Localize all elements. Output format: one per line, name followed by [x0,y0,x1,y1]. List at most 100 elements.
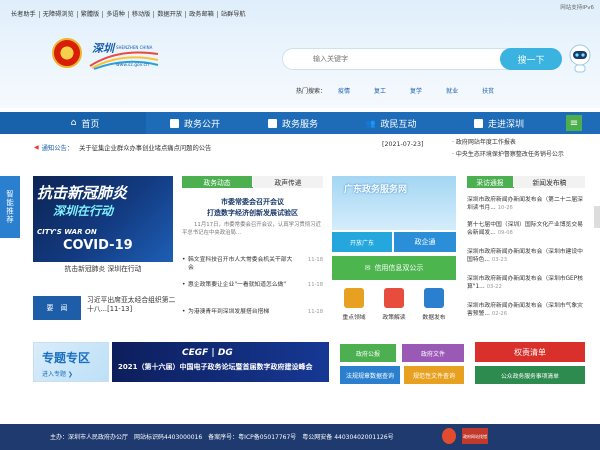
gov-gazette-label: 政府公报 [355,350,380,358]
logo-subtitle: SHENZHEN CHINA [116,45,153,50]
news-date: 11-18 [307,257,323,263]
press-title: 深圳市政府新闻办新闻发布会（深圳市气象灾害预警... [467,303,583,317]
page: 长者助手 无障碍浏览 繁體版 多语种 移动版 数据开放 政务邮箱 站群导航 网站… [0,0,600,450]
press-item[interactable]: 深圳市政府新闻办新闻发布会（深圳市气象灾害预警... 02-26 [467,302,585,318]
news-item[interactable]: • 韩文宣科技召开市人大常委会机关干部大会 11-18 [182,256,323,274]
tab-interview[interactable]: 采访通报 [467,176,513,188]
open-guangdong-button[interactable]: 开放广东 [332,232,392,252]
right-float-tab[interactable] [594,206,600,228]
topic-zone-title: 专题专区 [42,351,91,365]
policy-interpret-button[interactable]: 政策解读 [376,288,412,324]
credit-info-button[interactable]: ✉ 信用信息双公示 [332,256,456,280]
regulations-query-label: 法规规章数据查询 [345,372,394,380]
ipv6-badge: 网站支持IPv6 [560,5,594,11]
policy-interpret-label: 政策解读 [382,315,406,321]
key-news-label: 要 闻 [33,296,81,320]
menu-icon[interactable]: ≡ [566,115,582,131]
news-title: 韩文宣科技召开市人大常委会机关干部大会 [188,257,293,271]
nav-gov-services[interactable]: 政务服务 [244,112,342,134]
key-news: 要 闻 习近平出席亚太经合组织第二十八...[11-13] [33,296,175,324]
logo-url: www.sz.gov.cn [116,63,149,68]
guangdong-service-portal[interactable]: 广东政务服务网 [332,176,456,230]
multilingual-link[interactable]: 多语种 [103,10,129,18]
notice-date: [2021-07-23] [382,141,424,148]
credit-info-label: 信用信息双公示 [374,264,424,272]
side-news-item[interactable]: · 政府网站年度工作报表 [452,137,600,149]
banner-title: 抗击新冠肺炎 [37,184,128,202]
key-areas-button[interactable]: 重点领域 [336,288,372,324]
news-tabs: 政务动态 政声传递 [182,176,323,188]
banner-covid-text: COVID-19 [63,238,133,253]
powers-list-label: 权责清单 [514,347,546,357]
covid-banner[interactable]: 抗击新冠肺炎 深圳在行动 CITY'S WAR ON COVID-19 [33,176,173,262]
nav-interaction[interactable]: 👥 政民互动 [342,112,440,134]
hot-search-item[interactable]: 复学 [410,86,422,95]
press-item[interactable]: 第十七届中国（深圳）国际文化产业博览交易会新闻发... 09-08 [467,221,585,237]
footer-info: 主办：深圳市人民政府办公厅 网站标识码4403000016 备案序号：粤ICP备… [50,434,394,441]
press-item[interactable]: 深圳市政府新闻办新闻发布会（深圳市GEP核算"1... 03-22 [467,275,585,291]
nav-interaction-label: 政民互动 [380,119,417,130]
city-icon [473,118,483,128]
hot-search-item[interactable]: 就业 [446,86,458,95]
party-gov-badge-icon[interactable] [442,428,456,444]
speaker-icon: ◀ [34,143,39,151]
traditional-chinese-link[interactable]: 繁體版 [78,10,104,18]
nav-gov-affairs[interactable]: 政务公开 [146,112,244,134]
nav-home[interactable]: ⌂ 首页 [0,112,146,134]
hot-search-item[interactable]: 复工 [374,86,386,95]
notice-link[interactable]: 关于征集企业群众办事创业堵点痛点问题的公告 [79,143,211,152]
side-news-item[interactable]: · 中央生态环境保护督察整改任务销号公示 [452,149,600,161]
people-icon: 👥 [365,118,376,128]
news-item[interactable]: • 惠企政策要让企业"一看就知道怎么做" 11-18 [182,281,323,299]
headline[interactable]: 市委常委会召开会议 打造数字经济创新发展试验区 [182,197,323,219]
data-release-button[interactable]: 数据发布 [416,288,452,324]
accessibility-link[interactable]: 无障碍浏览 [40,10,78,18]
zhengqitong-button[interactable]: 政企通 [394,232,456,252]
open-data-link[interactable]: 数据开放 [154,10,187,18]
affairs-icon [169,118,179,128]
hot-search-item[interactable]: 疫情 [338,86,350,95]
press-item[interactable]: 深圳市政府新闻办新闻发布会（第二十二届深圳读书月... 10-26 [467,196,585,212]
bullet: • [182,309,186,315]
site-logo[interactable]: 深圳 SHENZHEN CHINA www.sz.gov.cn [88,40,160,70]
press-item[interactable]: 深圳市政府新闻办新闻发布会（深圳市建设中国特色... 03-23 [467,248,585,264]
nav-enter-shenzhen[interactable]: 走进深圳 [440,112,558,134]
robot-assistant-icon[interactable] [568,44,592,74]
hot-search-item[interactable]: 扶贫 [482,86,494,95]
gov-mail-link[interactable]: 政务邮箱 [186,10,218,18]
headline-line1: 市委常委会召开会议 [221,198,284,206]
forum-banner[interactable]: CEGF | DG 2021（第十六届）中国电子政务论坛暨首届数字政府建设峰会 [112,342,329,382]
site-group-nav-link[interactable]: 站群导航 [218,11,249,18]
search-button[interactable]: 搜一下 [500,48,562,70]
data-release-label: 数据发布 [422,315,446,321]
side-news-list: · 政府网站年度工作报表 · 中央生态环境保护督察整改任务销号公示 [452,137,600,161]
tab-press-release[interactable]: 新闻发布稿 [514,176,585,188]
topic-zone-link[interactable]: 进入专题 ❯ [42,369,73,378]
banner-war-text: CITY'S WAR ON [37,228,97,236]
forum-logo: CEGF | DG [182,348,233,358]
key-news-link[interactable]: 习近平出席亚太经合组织第二十八...[11-13] [87,296,179,314]
services-icon [267,118,277,128]
elder-helper-link[interactable]: 长者助手 [8,10,40,18]
mobile-version-link[interactable]: 移动版 [129,10,155,18]
press-date: 10-26 [497,205,513,211]
gov-documents-button[interactable]: 政府文件 [402,344,464,362]
topic-zone[interactable]: 专题专区 进入专题 ❯ [33,342,109,382]
service-list-button[interactable]: 公众政务服务事项清单 [475,366,585,384]
banner-subtitle: 深圳在行动 [53,204,114,218]
regulations-query-button[interactable]: 法规规章数据查询 [340,366,400,384]
portal-title: 广东政务服务网 [344,185,408,195]
news-item[interactable]: • 为港澳青年到深圳发展搭台搭梯 11-18 [182,308,323,318]
smart-recommend-label: 智能推荐 [5,190,15,224]
press-date: 03-22 [486,284,502,290]
tab-gov-dynamics[interactable]: 政务动态 [182,176,252,188]
normative-docs-button[interactable]: 规范性文件查询 [404,366,464,384]
powers-list-button[interactable]: 权责清单 [475,342,585,362]
tab-gov-voice[interactable]: 政声传递 [253,176,323,188]
headline-line2: 打造数字经济创新发展试验区 [207,209,298,217]
banner-caption[interactable]: 抗击新冠肺炎 深圳在行动 [33,263,173,273]
gov-gazette-button[interactable]: 政府公报 [340,344,396,362]
report-error-badge[interactable]: 政府网站找错 [462,428,488,444]
smart-recommend-tab[interactable]: 智能推荐 [0,176,20,238]
search-input[interactable] [283,49,503,69]
